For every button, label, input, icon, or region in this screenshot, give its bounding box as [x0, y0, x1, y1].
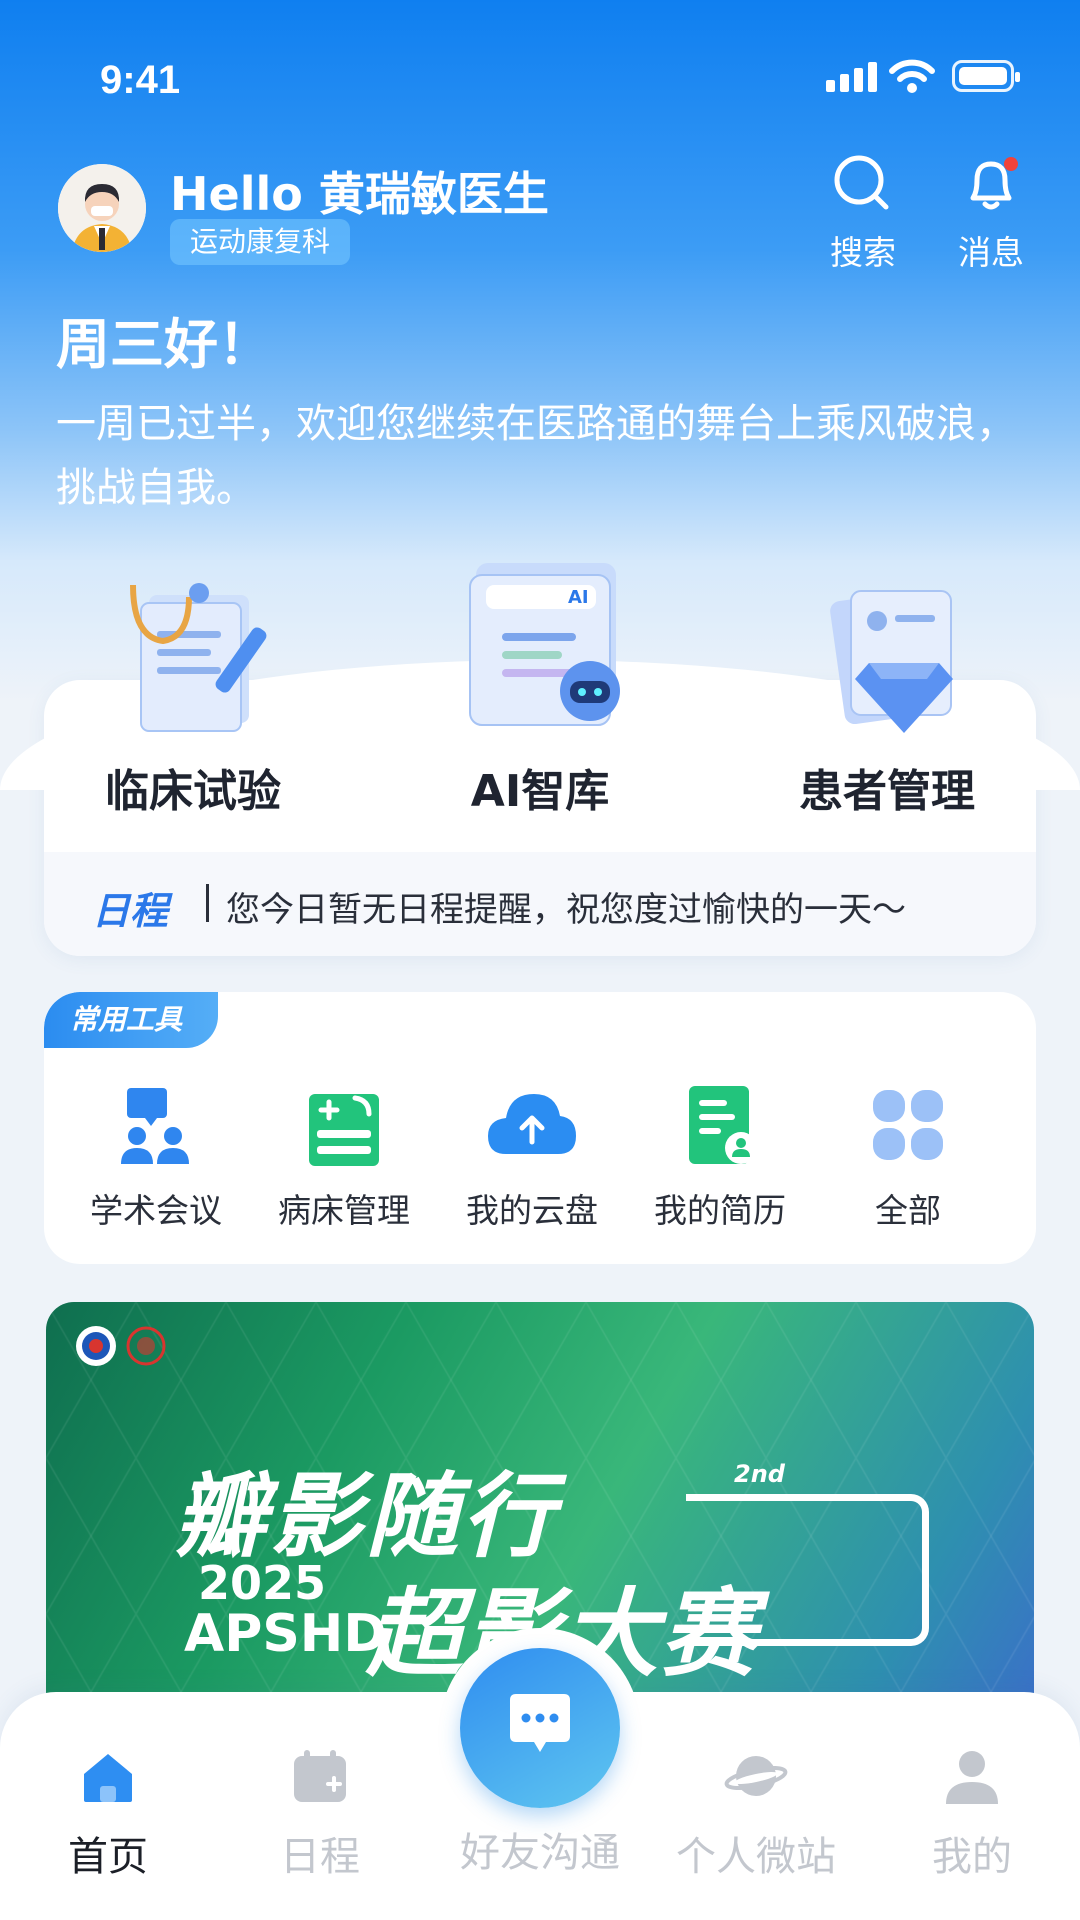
chat-icon: [510, 1694, 570, 1752]
banner-org: APSHD: [184, 1604, 387, 1664]
bell-icon: [970, 157, 1018, 210]
schedule-message: 您今日暂无日程提醒，祝您度过愉快的一天～: [226, 890, 906, 930]
greeting-name: Hello 黄瑞敏医生: [170, 167, 549, 221]
feature-label: 临床试验: [105, 766, 281, 817]
planet-icon: [724, 1756, 788, 1796]
feature-clinical-trial[interactable]: 临床试验: [43, 545, 343, 819]
tab-label: 好友沟通: [460, 1830, 620, 1876]
welcome-message: 一周已过半，欢迎您继续在医路通的舞台上乘风破浪，挑战自我。: [56, 401, 1016, 511]
battery-icon: [952, 60, 1020, 92]
message-label: 消息: [958, 233, 1024, 272]
search-label: 搜索: [830, 233, 896, 272]
tool-resume[interactable]: 我的简历: [630, 1080, 810, 1232]
user-icon: [946, 1751, 998, 1804]
tool-label: 我的简历: [654, 1191, 786, 1230]
tab-mine[interactable]: 我的: [872, 1744, 1072, 1882]
apshd-logo-icon: [76, 1326, 166, 1366]
tool-label: 病床管理: [278, 1191, 410, 1230]
tools-card: 常用工具 学术会议 病床管理 我的云盘 我的简历 全部: [44, 992, 1036, 1264]
day-greeting: 周三好！: [56, 313, 272, 376]
schedule-bar[interactable]: 日程 您今日暂无日程提醒，祝您度过愉快的一天～: [44, 852, 1036, 956]
tool-cloud-drive[interactable]: 我的云盘: [442, 1080, 622, 1232]
tool-all[interactable]: 全部: [818, 1080, 998, 1232]
tool-label: 学术会议: [90, 1191, 222, 1230]
department-badge: 运动康复科: [170, 219, 351, 265]
tab-label: 日程: [280, 1834, 360, 1880]
wifi-icon: [889, 59, 935, 93]
ai-library-icon: AI: [469, 563, 620, 726]
academic-meeting-icon: [121, 1088, 189, 1164]
signal-icon: [826, 62, 877, 92]
message-button[interactable]: 消息: [936, 152, 1046, 274]
tool-label: 我的云盘: [466, 1191, 598, 1230]
tool-academic-meeting[interactable]: 学术会议: [66, 1080, 246, 1232]
status-time: 9:41: [100, 58, 181, 102]
tab-schedule[interactable]: 日程: [220, 1744, 420, 1882]
tools-title: 常用工具: [44, 992, 219, 1048]
tool-bed-management[interactable]: 病床管理: [254, 1080, 434, 1232]
feature-label: 患者管理: [799, 766, 975, 817]
notification-dot: [1004, 157, 1018, 171]
tab-personal-site[interactable]: 个人微站: [656, 1744, 856, 1882]
bed-management-icon: [309, 1094, 379, 1166]
tool-label: 全部: [875, 1191, 941, 1230]
tab-label: 我的: [932, 1834, 1012, 1880]
feature-label: AI智库: [470, 766, 610, 817]
tab-home[interactable]: 首页: [8, 1744, 208, 1882]
schedule-tag: 日程: [92, 889, 169, 933]
status-bar: 9:41: [0, 58, 1080, 102]
tab-label: 首页: [68, 1834, 148, 1880]
all-grid-icon: [873, 1090, 943, 1160]
search-icon: [834, 155, 889, 210]
feature-patient-management[interactable]: 患者管理: [737, 545, 1037, 819]
tab-label: 个人微站: [676, 1834, 836, 1880]
calendar-icon: [294, 1750, 346, 1802]
cloud-drive-icon: [488, 1094, 576, 1154]
svg-text:AI: AI: [568, 587, 589, 608]
banner-edition: 2nd: [734, 1460, 785, 1488]
patient-management-icon: [830, 589, 953, 733]
schedule-divider: [206, 884, 209, 922]
home-icon: [84, 1754, 132, 1802]
resume-icon: [689, 1086, 757, 1164]
search-button[interactable]: 搜索: [808, 152, 918, 274]
chat-fab-button[interactable]: [460, 1648, 620, 1808]
feature-ai-library[interactable]: AI AI智库: [390, 545, 690, 819]
avatar[interactable]: [58, 164, 146, 252]
banner-year: 2025: [198, 1556, 327, 1610]
clinical-trial-icon: [130, 583, 267, 732]
